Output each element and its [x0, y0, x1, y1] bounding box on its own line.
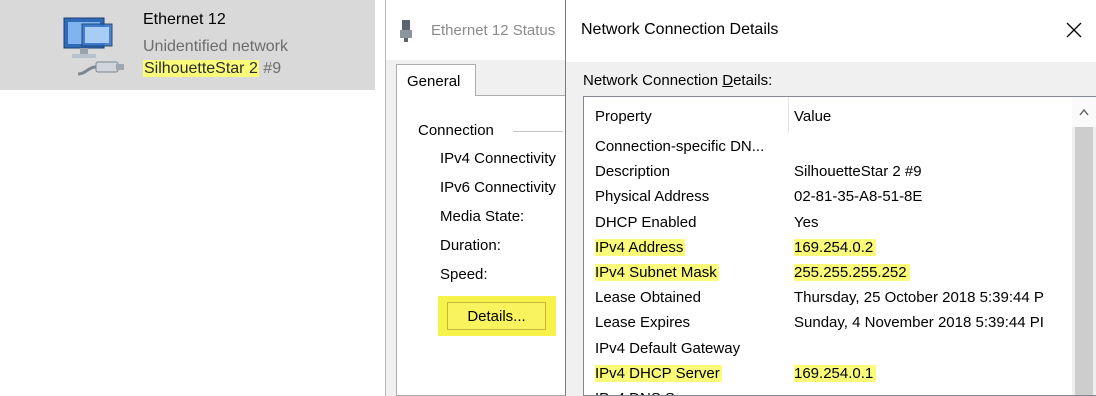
network-status-icon [399, 20, 413, 42]
row-property: Connection-specific DN... [595, 138, 765, 155]
ipv6-connectivity-label: IPv6 Connectivity [440, 179, 556, 196]
details-list-label-prefix: Network Connection [583, 72, 723, 89]
adapter-device-name-highlight: SilhouetteStar 2 [143, 60, 259, 77]
details-list-label: Network Connection Details: [583, 72, 772, 89]
close-icon [1066, 22, 1082, 38]
dialog-title: Network Connection Details [581, 21, 779, 38]
table-row[interactable]: Description SilhouetteStar 2 #9 [584, 160, 1072, 185]
row-property: IPv4 Subnet Mask [595, 264, 719, 281]
column-header-value[interactable]: Value [794, 108, 831, 125]
scroll-up-button[interactable] [1072, 97, 1096, 127]
row-value: 02-81-35-A8-51-8E [794, 188, 923, 206]
details-list[interactable]: Property Value Connection-specific DN...… [583, 96, 1096, 396]
row-value: 255.255.255.252 [794, 264, 910, 281]
connection-divider [513, 131, 563, 132]
row-property: DHCP Enabled [595, 213, 697, 231]
row-value: Thursday, 25 October 2018 5:39:44 P [794, 289, 1044, 307]
row-property: IPv4 DHCP Server [595, 364, 722, 382]
row-property: Physical Address [595, 188, 710, 206]
row-property: Lease Expires [595, 314, 691, 332]
ipv4-connectivity-label: IPv4 Connectivity [440, 150, 556, 167]
table-row[interactable]: IPv4 Default Gateway [584, 337, 1072, 362]
table-row[interactable]: IPv4 Subnet Mask 255.255.255.252 [584, 261, 1072, 286]
row-property: IPv4 Address [595, 238, 686, 256]
table-row[interactable]: Lease Obtained Thursday, 25 October 2018 … [584, 286, 1072, 311]
details-list-scrollbar[interactable] [1072, 97, 1096, 395]
status-window-titlebar[interactable]: Ethernet 12 Status [386, 0, 571, 60]
table-row[interactable]: IPv4 DHCP Server 169.254.0.1 [584, 362, 1072, 387]
adapter-network-status: Unidentified network [143, 38, 288, 55]
row-property: IPv4 Default Gateway [595, 339, 741, 357]
row-property: Lease Obtained [595, 289, 701, 307]
adapter-item-ethernet-12[interactable]: Ethernet 12 Unidentified network Silhoue… [0, 0, 375, 90]
table-row[interactable]: Lease Expires Sunday, 4 November 2018 5:3… [584, 311, 1072, 336]
details-list-label-suffix: etails: [733, 72, 773, 89]
row-value: Yes [794, 213, 819, 231]
row-value: 169.254.0.1 [794, 364, 877, 382]
table-row[interactable]: Connection-specific DN... [584, 135, 1072, 160]
table-row[interactable]: Physical Address 02-81-35-A8-51-8E [584, 185, 1072, 210]
media-state-label: Media State: [440, 208, 525, 225]
row-property: Description [595, 163, 671, 181]
cable-plug-icon [77, 61, 124, 76]
column-divider[interactable] [788, 97, 789, 133]
dialog-titlebar[interactable]: Network Connection Details [566, 0, 1096, 62]
adapter-name: Ethernet 12 [143, 11, 226, 28]
close-button[interactable] [1051, 10, 1096, 50]
row-value: SilhouetteStar 2 #9 [794, 163, 922, 181]
network-connection-details-dialog: Network Connection Details Network Conne… [565, 0, 1096, 396]
details-button[interactable]: Details... [447, 302, 546, 330]
table-row[interactable]: IPv4 Address 169.254.0.2 [584, 236, 1072, 261]
duration-label: Duration: [440, 237, 501, 254]
speed-label: Speed: [440, 266, 488, 283]
table-row[interactable]: DHCP Enabled Yes [584, 211, 1072, 236]
row-value: 169.254.0.2 [794, 238, 877, 256]
scroll-up-arrow-icon [1079, 108, 1089, 116]
connection-section-heading: Connection [418, 122, 494, 139]
column-header-property[interactable]: Property [595, 108, 652, 125]
ethernet-status-window: Ethernet 12 Status General Connection IP… [385, 0, 571, 396]
adapter-device-suffix: #9 [258, 60, 282, 77]
details-list-label-mnemonic: D [722, 72, 734, 89]
adapter-device-name: SilhouetteStar 2 #9 [143, 60, 281, 78]
table-row[interactable]: IPv4 DNS S... [584, 387, 1072, 395]
row-property: IPv4 DNS S... [595, 390, 688, 395]
network-connections-list: Ethernet 12 Unidentified network Silhoue… [0, 0, 375, 396]
tab-general[interactable]: General [396, 64, 476, 96]
scroll-thumb[interactable] [1075, 127, 1093, 395]
row-value: Sunday, 4 November 2018 5:39:44 PI [794, 314, 1044, 332]
network-adapter-icon [60, 14, 132, 80]
status-window-title: Ethernet 12 Status [431, 22, 556, 39]
details-list-header: Property Value [584, 97, 1072, 135]
